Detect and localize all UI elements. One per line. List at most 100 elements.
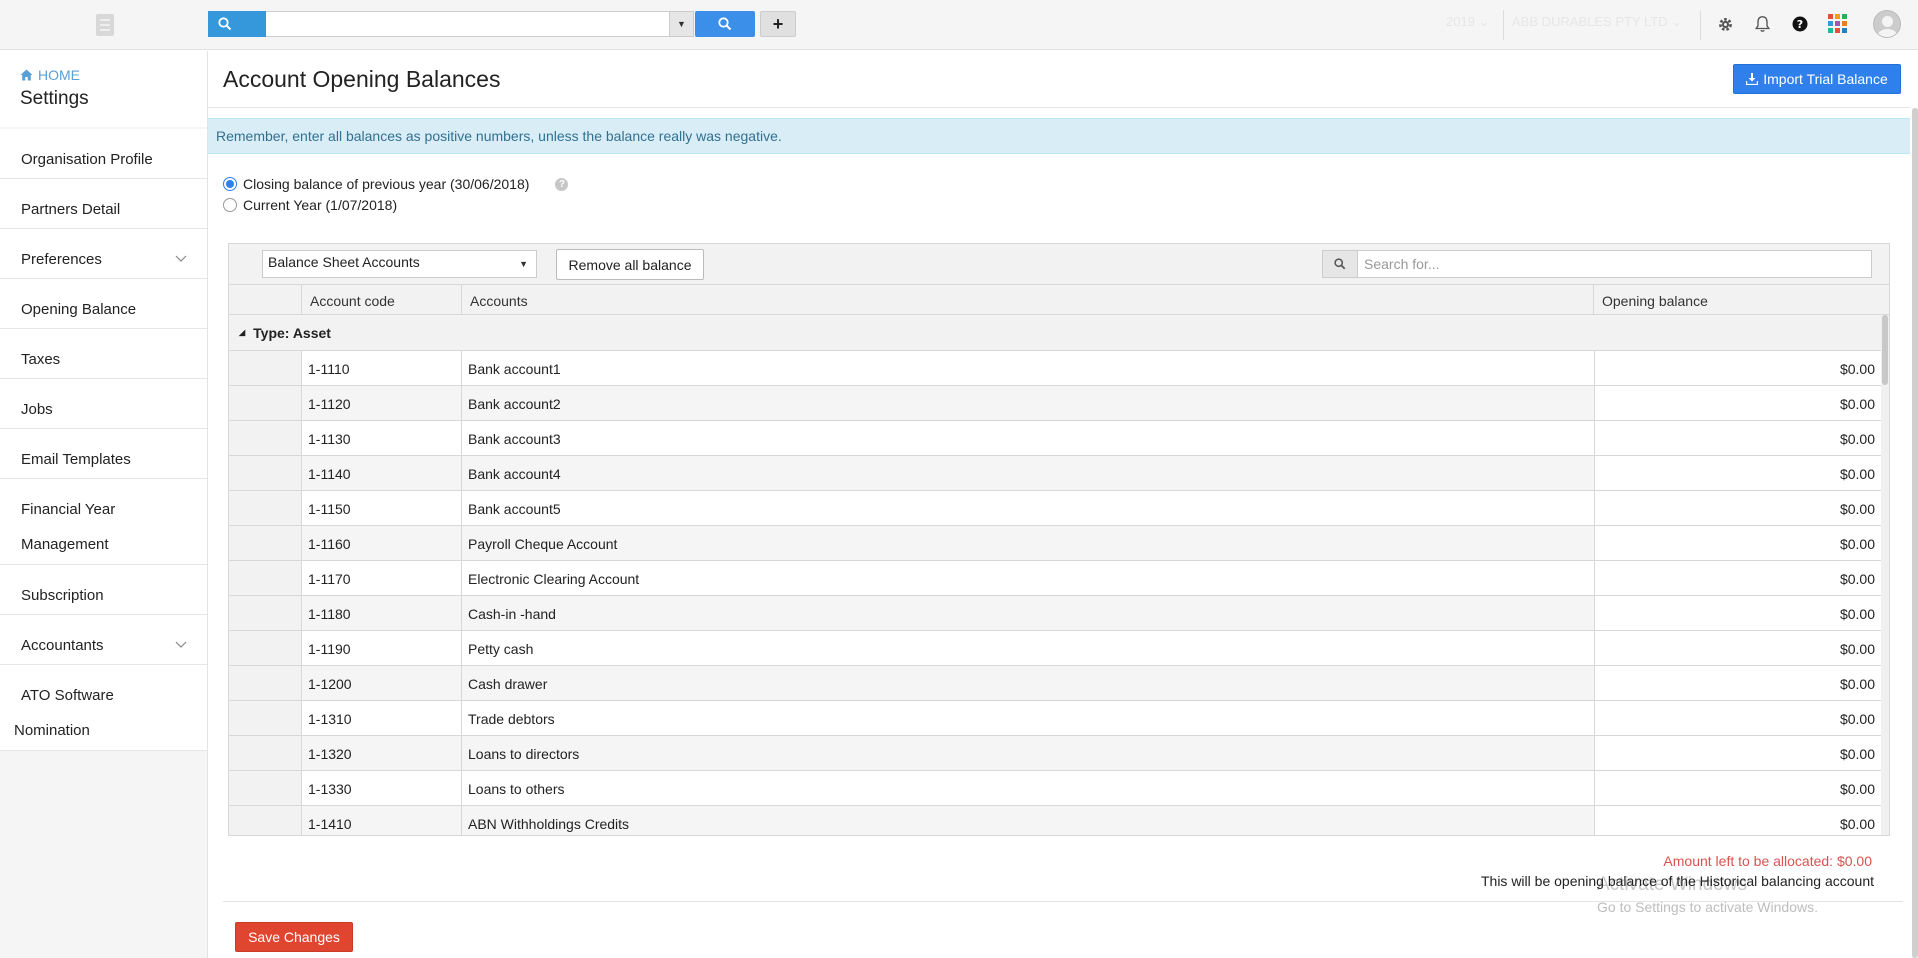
account-name-cell: Cash drawer	[468, 676, 548, 692]
radio-button-checked[interactable]	[223, 177, 237, 191]
home-link[interactable]: HOME	[20, 67, 207, 83]
account-name-cell: Bank account4	[468, 466, 561, 482]
add-button[interactable]: +	[760, 11, 796, 37]
sidebar-item-preferences[interactable]: Preferences	[0, 229, 207, 279]
opening-balance-cell[interactable]: $0.00	[1594, 771, 1883, 805]
dropdown-arrow-icon: ▼	[519, 259, 528, 269]
sidebar-item-label: Management	[21, 536, 109, 553]
table-row: 1-1120 Bank account2 $0.00	[229, 386, 1889, 421]
table-row: 1-1330 Loans to others $0.00	[229, 771, 1889, 806]
opening-balance-cell[interactable]: $0.00	[1594, 526, 1883, 560]
opening-balance-cell[interactable]: $0.00	[1594, 596, 1883, 630]
sidebar-item-taxes[interactable]: Taxes	[0, 329, 207, 379]
page-scrollbar[interactable]	[1912, 108, 1918, 958]
account-type-select[interactable]: Balance Sheet Accounts ▼	[262, 250, 537, 278]
header-accounts[interactable]: Accounts	[462, 285, 1594, 314]
global-search-input[interactable]	[266, 11, 670, 37]
sidebar-item-subscription[interactable]: Subscription	[0, 565, 207, 615]
radio-current-year[interactable]: Current Year (1/07/2018)	[223, 197, 397, 213]
opening-balance-cell[interactable]: $0.00	[1594, 736, 1883, 770]
opening-balance-cell[interactable]: $0.00	[1594, 666, 1883, 700]
radio-previous-year[interactable]: Closing balance of previous year (30/06/…	[223, 176, 569, 192]
bell-icon[interactable]	[1751, 13, 1773, 35]
sidebar-item-label: ATO Software	[21, 687, 114, 704]
sidebar-item-jobs[interactable]: Jobs	[0, 379, 207, 429]
collapse-triangle-icon[interactable]: ◢	[239, 328, 245, 337]
year-dropdown[interactable]: 2019 ⌄	[1446, 14, 1489, 30]
table-row: 1-1200 Cash drawer $0.00	[229, 666, 1889, 701]
save-changes-button[interactable]: Save Changes	[235, 922, 353, 952]
header-opening-balance[interactable]: Opening balance	[1594, 285, 1883, 314]
sidebar-item-ato-software-nomination[interactable]: ATO Software Nomination	[0, 665, 207, 751]
row-indent-cell	[229, 631, 302, 665]
sidebar-title: Settings	[20, 88, 89, 109]
user-avatar[interactable]	[1873, 10, 1901, 38]
sidebar-item-organisation-profile[interactable]: Organisation Profile	[0, 129, 207, 179]
opening-balance-cell[interactable]: $0.00	[1594, 421, 1883, 455]
opening-balance-cell[interactable]: $0.00	[1594, 701, 1883, 735]
account-code-cell: 1-1140	[302, 456, 462, 490]
account-code-cell: 1-1110	[302, 351, 462, 385]
home-icon	[20, 69, 33, 81]
opening-balance-cell[interactable]: $0.00	[1594, 386, 1883, 420]
help-icon[interactable]: ?	[1789, 13, 1811, 35]
radio-button[interactable]	[223, 198, 237, 212]
account-name-cell: Petty cash	[468, 641, 534, 657]
sidebar-item-partners-detail[interactable]: Partners Detail	[0, 179, 207, 229]
account-name-cell: Electronic Clearing Account	[468, 571, 640, 587]
row-indent-cell	[229, 806, 302, 835]
account-type-value: Balance Sheet Accounts	[268, 254, 420, 270]
opening-balance-cell[interactable]: $0.00	[1594, 456, 1883, 490]
table-row: 1-1140 Bank account4 $0.00	[229, 456, 1889, 491]
sidebar-item-accountants[interactable]: Accountants	[0, 615, 207, 665]
search-icon	[1322, 250, 1358, 278]
download-icon	[1746, 73, 1759, 85]
question-circle-icon[interactable]: ?	[555, 177, 569, 191]
opening-balance-cell[interactable]: $0.00	[1594, 631, 1883, 665]
account-name-cell: Cash-in -hand	[468, 606, 556, 622]
row-indent-cell	[229, 491, 302, 525]
import-trial-balance-button[interactable]: Import Trial Balance	[1733, 64, 1901, 94]
account-code-cell: 1-1130	[302, 421, 462, 455]
company-label: ABB DURABLES PTY LTD	[1512, 14, 1668, 29]
account-code-cell: 1-1330	[302, 771, 462, 805]
table-row: 1-1310 Trade debtors $0.00	[229, 701, 1889, 736]
opening-balance-cell[interactable]: $0.00	[1594, 351, 1883, 385]
top-bar: ▼ + 2019 ⌄ ABB DURABLES PTY LTD ⌄ ?	[0, 0, 1918, 50]
company-dropdown[interactable]: ABB DURABLES PTY LTD ⌄	[1512, 14, 1682, 30]
chevron-down-icon	[175, 255, 187, 262]
account-name-cell: Bank account1	[468, 361, 561, 377]
app-logo-icon[interactable]	[96, 14, 114, 36]
grid-search-input[interactable]	[1357, 250, 1872, 278]
sidebar-item-opening-balance[interactable]: Opening Balance	[0, 279, 207, 329]
account-name-cell: ABN Withholdings Credits	[468, 816, 630, 832]
sidebar-item-label: Email Templates	[21, 451, 131, 468]
divider	[223, 901, 1903, 902]
sidebar-item-email-templates[interactable]: Email Templates	[0, 429, 207, 479]
gear-icon[interactable]	[1714, 13, 1736, 35]
table-row: 1-1150 Bank account5 $0.00	[229, 491, 1889, 526]
row-indent-cell	[229, 701, 302, 735]
header-label: Accounts	[470, 293, 528, 309]
remove-all-balance-button[interactable]: Remove all balance	[556, 249, 704, 280]
sidebar-list: Organisation Profile Partners Detail Pre…	[0, 129, 207, 751]
account-code-cell: 1-1160	[302, 526, 462, 560]
apps-grid-icon[interactable]	[1827, 13, 1849, 35]
divider	[1503, 10, 1504, 40]
grid-scrollbar[interactable]	[1881, 315, 1889, 835]
opening-balance-cell[interactable]: $0.00	[1594, 561, 1883, 595]
sidebar-item-financial-year-management[interactable]: Financial Year Management	[0, 479, 207, 565]
search-button[interactable]	[695, 11, 755, 37]
chevron-down-icon[interactable]: ▼	[670, 11, 694, 37]
sidebar-item-label: Preferences	[21, 251, 102, 268]
opening-balance-cell[interactable]: $0.00	[1594, 806, 1883, 835]
import-trial-balance-label: Import Trial Balance	[1763, 71, 1888, 87]
account-code-cell: 1-1190	[302, 631, 462, 665]
header-account-code[interactable]: Account code	[302, 285, 462, 314]
group-row-asset[interactable]: ◢ Type: Asset	[229, 315, 1889, 351]
group-label: Type: Asset	[253, 325, 331, 341]
opening-balance-cell[interactable]: $0.00	[1594, 491, 1883, 525]
divider	[1700, 10, 1701, 40]
plus-icon: +	[772, 13, 784, 34]
sidebar-item-label: Taxes	[21, 351, 61, 368]
